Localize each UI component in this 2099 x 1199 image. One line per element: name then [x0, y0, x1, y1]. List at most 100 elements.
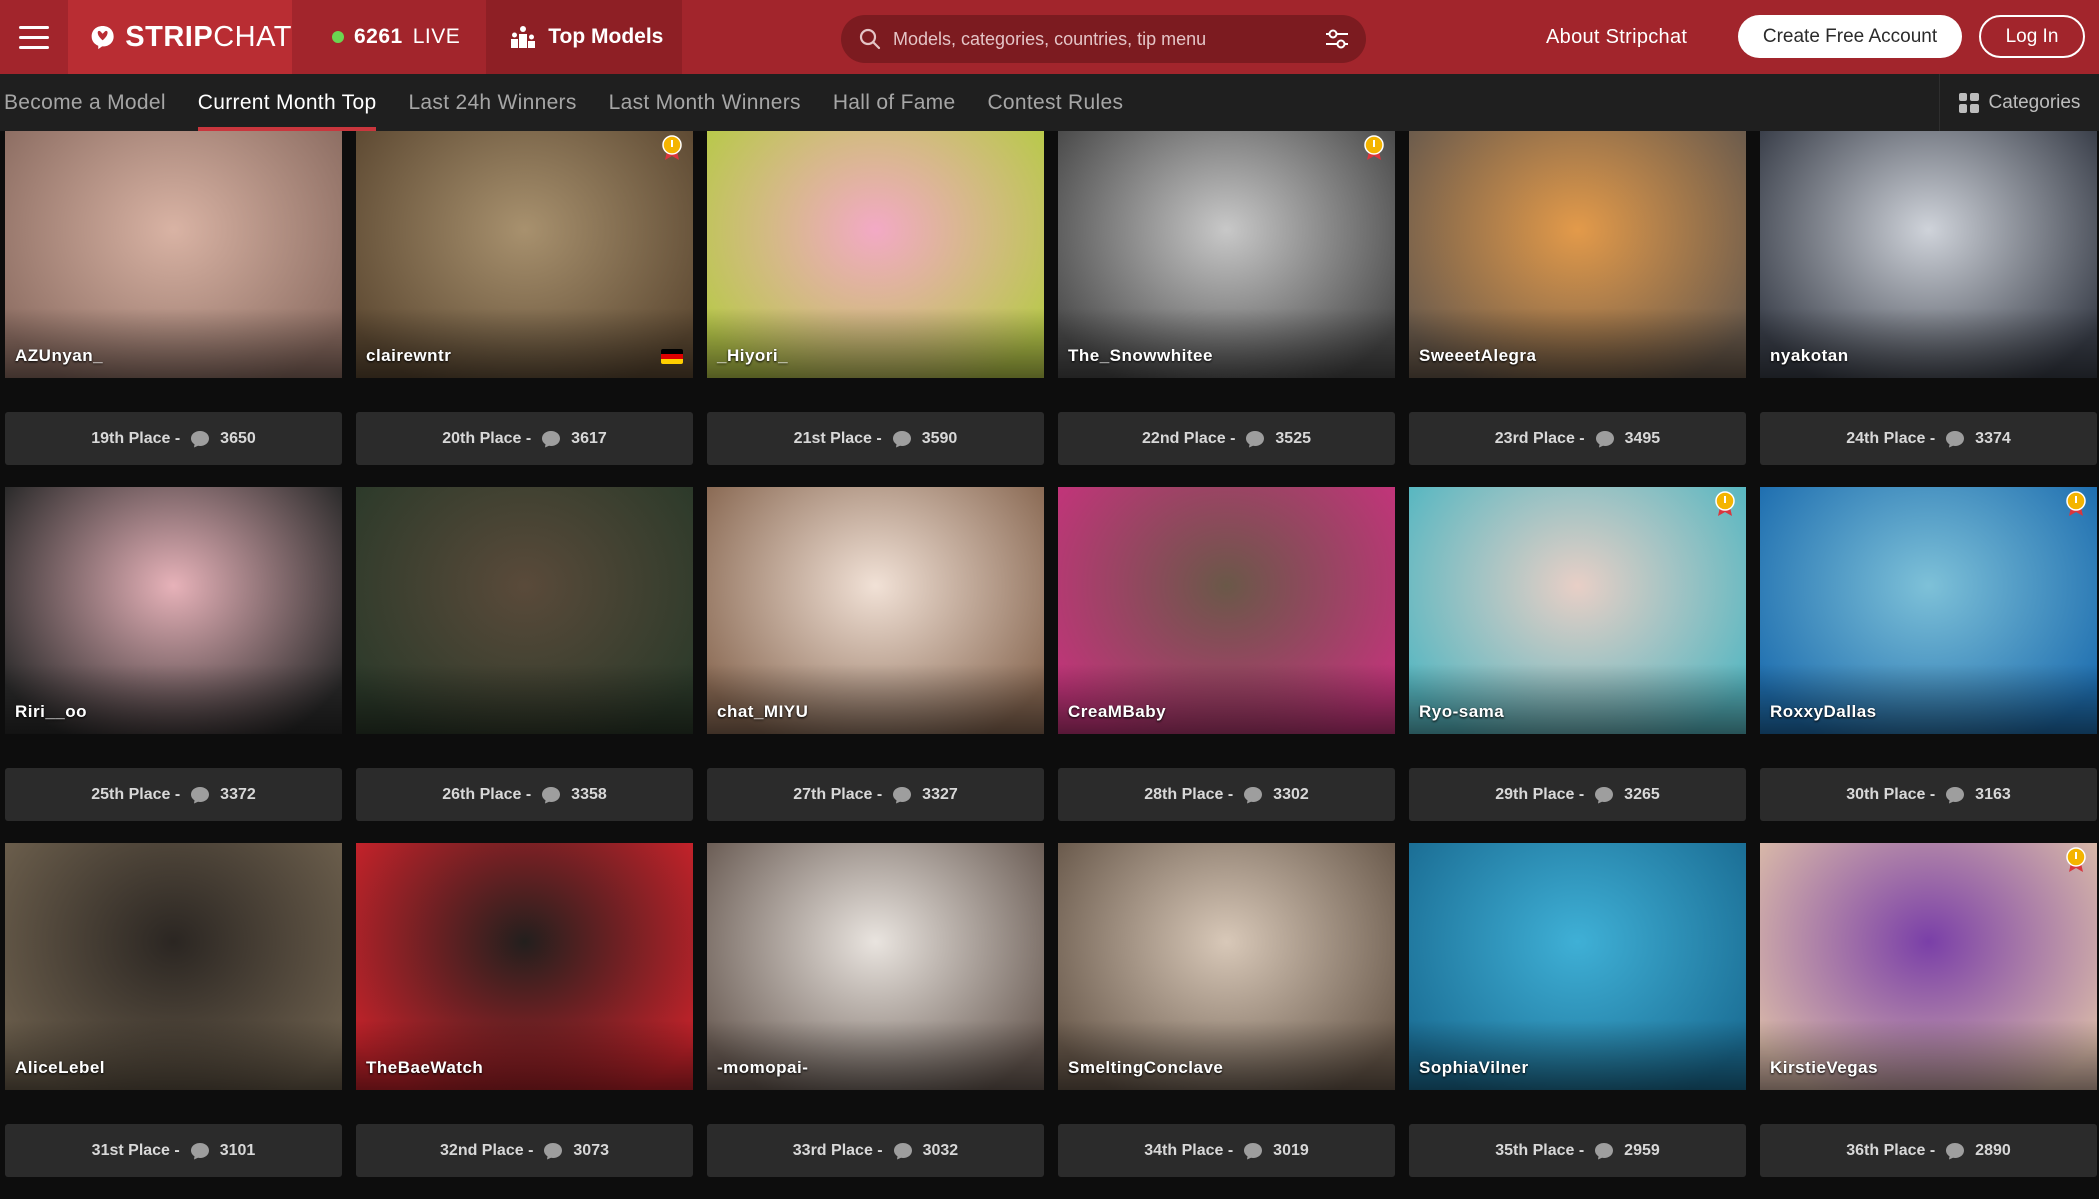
model-thumbnail[interactable]: The_Snowwhitee [1058, 131, 1395, 378]
country-flag-icon [661, 349, 683, 364]
thumbnail-shade [1409, 1020, 1746, 1090]
place-score: 3073 [573, 1141, 609, 1159]
model-thumbnail[interactable]: CreaMBaby [1058, 487, 1395, 734]
thumbnail-shade [1409, 664, 1746, 734]
chat-bubble-icon [893, 786, 912, 803]
model-thumbnail[interactable]: SmeltingConclave [1058, 843, 1395, 1090]
model-thumbnail[interactable] [356, 487, 693, 734]
tab-last-24h-winners[interactable]: Last 24h Winners [392, 74, 592, 131]
model-card[interactable]: -momopai- 33rd Place - 3032 [707, 843, 1044, 1199]
about-link[interactable]: About Stripchat [1546, 0, 1687, 74]
model-card[interactable]: AliceLebel 31st Place - 3101 [5, 843, 342, 1199]
model-card[interactable]: KirstieVegas 36th Place - 2890 [1760, 843, 2097, 1199]
model-name: _Hiyori_ [717, 346, 789, 365]
place-badge: 31st Place - 3101 [5, 1124, 342, 1177]
place-label: 30th Place - [1846, 785, 1936, 803]
model-card[interactable]: The_Snowwhitee 22nd Place - 3525 [1058, 131, 1395, 487]
tab-contest-rules[interactable]: Contest Rules [971, 74, 1139, 131]
model-thumbnail[interactable]: Riri__oo [5, 487, 342, 734]
thumbnail-shade [707, 664, 1044, 734]
categories-label: Categories [1988, 91, 2081, 113]
tab-become-a-model[interactable]: Become a Model [0, 74, 182, 131]
top-models-button[interactable]: Top Models [486, 0, 683, 74]
model-card[interactable]: SmeltingConclave 34th Place - 3019 [1058, 843, 1395, 1199]
place-badge: 25th Place - 3372 [5, 768, 342, 821]
place-label: 36th Place - [1846, 1141, 1936, 1159]
medal-icon [662, 135, 682, 160]
model-card[interactable]: _Hiyori_ 21st Place - 3590 [707, 131, 1044, 487]
filter-icon[interactable] [1324, 27, 1350, 51]
logo[interactable]: STRIPCHAT [68, 0, 292, 74]
model-card[interactable]: CreaMBaby 28th Place - 3302 [1058, 487, 1395, 843]
live-counter[interactable]: 6261 LIVE [292, 0, 486, 74]
model-card[interactable]: clairewntr 20th Place - 3617 [356, 131, 693, 487]
model-thumbnail[interactable]: KirstieVegas [1760, 843, 2097, 1090]
model-thumbnail[interactable]: AZUnyan_ [5, 131, 342, 378]
model-thumbnail[interactable]: Ryo-sama [1409, 487, 1746, 734]
model-thumbnail[interactable]: TheBaeWatch [356, 843, 693, 1090]
model-name: TheBaeWatch [366, 1058, 484, 1077]
place-label: 29th Place - [1495, 785, 1585, 803]
chat-bubble-icon [1946, 1142, 1965, 1159]
model-thumbnail[interactable]: RoxxyDallas [1760, 487, 2097, 734]
thumbnail-shade [1058, 308, 1395, 378]
model-thumbnail[interactable]: SweeetAlegra [1409, 131, 1746, 378]
podium-icon [511, 26, 536, 48]
live-label: LIVE [412, 25, 461, 48]
place-score: 3327 [922, 785, 958, 803]
model-thumbnail[interactable]: AliceLebel [5, 843, 342, 1090]
model-card[interactable]: SweeetAlegra 23rd Place - 3495 [1409, 131, 1746, 487]
medal-icon [2066, 491, 2086, 516]
place-label: 25th Place - [91, 785, 181, 803]
model-thumbnail[interactable]: _Hiyori_ [707, 131, 1044, 378]
thumbnail-shade [1409, 308, 1746, 378]
place-score: 3372 [220, 785, 256, 803]
model-name: nyakotan [1770, 346, 1849, 365]
search-bar[interactable] [841, 15, 1366, 63]
logo-text-strong: STRIP [125, 20, 214, 53]
model-card[interactable]: TheBaeWatch 32nd Place - 3073 [356, 843, 693, 1199]
thumbnail-shade [707, 1020, 1044, 1090]
place-label: 24th Place - [1846, 429, 1936, 447]
model-card[interactable]: Riri__oo 25th Place - 3372 [5, 487, 342, 843]
chat-bubble-icon [1244, 786, 1263, 803]
place-score: 3019 [1273, 1141, 1309, 1159]
place-score: 2890 [1975, 1141, 2011, 1159]
model-card[interactable]: chat_MIYU 27th Place - 3327 [707, 487, 1044, 843]
model-card[interactable]: Ryo-sama 29th Place - 3265 [1409, 487, 1746, 843]
model-name: -momopai- [717, 1058, 809, 1077]
place-badge: 35th Place - 2959 [1409, 1124, 1746, 1177]
model-card[interactable]: 26th Place - 3358 [356, 487, 693, 843]
tab-current-month-top[interactable]: Current Month Top [182, 74, 393, 131]
model-thumbnail[interactable]: SophiaVilner [1409, 843, 1746, 1090]
categories-button[interactable]: Categories [1939, 74, 2099, 131]
model-card[interactable]: AZUnyan_ 19th Place - 3650 [5, 131, 342, 487]
model-thumbnail[interactable]: nyakotan [1760, 131, 2097, 378]
place-score: 3032 [922, 1141, 959, 1159]
place-score: 3302 [1273, 785, 1309, 803]
model-thumbnail[interactable]: chat_MIYU [707, 487, 1044, 734]
login-button[interactable]: Log In [1979, 15, 2085, 58]
medal-icon [1715, 491, 1735, 516]
tab-last-month-winners[interactable]: Last Month Winners [593, 74, 817, 131]
chat-bubble-icon [544, 1142, 563, 1159]
place-score: 3265 [1624, 785, 1660, 803]
logo-icon [91, 26, 114, 50]
place-badge: 36th Place - 2890 [1760, 1124, 2097, 1177]
menu-icon[interactable] [0, 0, 68, 74]
model-name: chat_MIYU [717, 702, 809, 721]
create-account-button[interactable]: Create Free Account [1738, 15, 1962, 58]
model-card[interactable]: RoxxyDallas 30th Place - 3163 [1760, 487, 2097, 843]
model-thumbnail[interactable]: -momopai- [707, 843, 1044, 1090]
search-input[interactable] [893, 28, 1324, 50]
thumbnail-shade [1760, 308, 2097, 378]
place-badge: 21st Place - 3590 [707, 412, 1044, 465]
chat-bubble-icon [1244, 1142, 1263, 1159]
place-score: 2959 [1624, 1141, 1660, 1159]
chat-bubble-icon [1246, 430, 1265, 447]
model-thumbnail[interactable]: clairewntr [356, 131, 693, 378]
model-card[interactable]: nyakotan 24th Place - 3374 [1760, 131, 2097, 487]
model-card[interactable]: SophiaVilner 35th Place - 2959 [1409, 843, 1746, 1199]
tab-hall-of-fame[interactable]: Hall of Fame [817, 74, 972, 131]
place-score: 3650 [220, 429, 256, 447]
